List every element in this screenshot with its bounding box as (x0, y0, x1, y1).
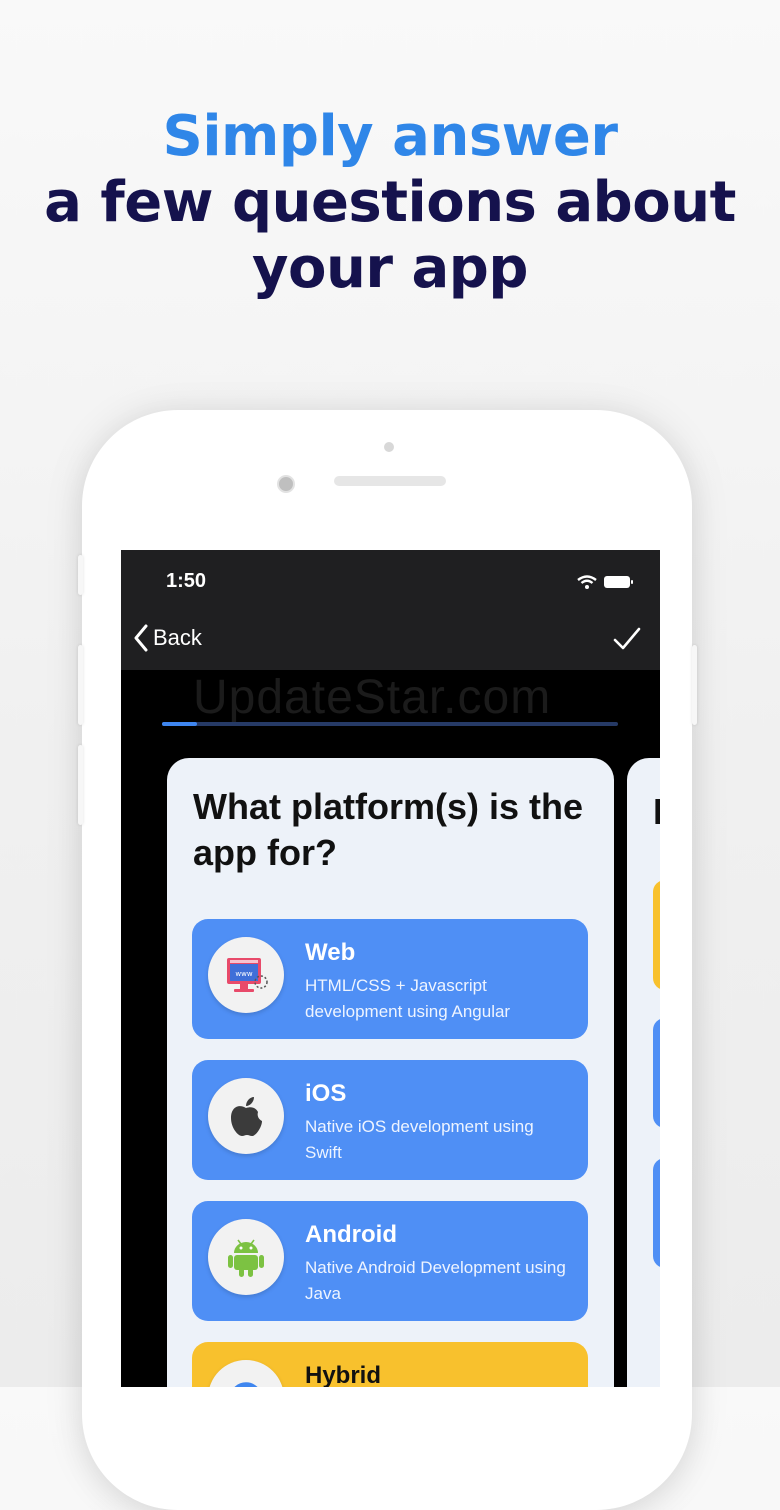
question-title: What platform(s) is the app for? (193, 786, 584, 873)
next-card-title-fragment: I (653, 791, 660, 832)
headline-line-1: Simply answer (162, 104, 618, 169)
option-web[interactable]: www Web HTML/CSS + Javascript developmen… (192, 919, 588, 1039)
front-camera (277, 475, 295, 493)
option-android[interactable]: Android Native Android Development using… (192, 1201, 588, 1321)
option-web-title: Web (305, 939, 356, 966)
hybrid-icon (208, 1360, 284, 1387)
navigation-bar: Back (121, 610, 660, 670)
option-web-description: HTML/CSS + Javascript development using … (305, 976, 511, 1021)
mute-switch (78, 555, 83, 595)
option-android-title: Android (305, 1221, 397, 1248)
proximity-sensor (384, 442, 394, 452)
status-icons (576, 574, 636, 595)
next-question-card[interactable]: I (627, 758, 660, 1387)
next-card-option-1 (653, 880, 660, 990)
question-card: What platform(s) is the app for? www Web… (167, 758, 614, 1387)
wifi-battery-icon (577, 575, 633, 589)
checkmark-icon (613, 627, 641, 650)
volume-up-button (78, 645, 83, 725)
apple-icon (208, 1078, 284, 1154)
svg-text:www: www (235, 970, 252, 978)
back-button[interactable]: Back (133, 624, 202, 652)
done-button[interactable] (612, 626, 642, 657)
status-bar: 1:50 (121, 550, 660, 610)
phone-screen: 1:50 Back UpdateStar.com What platform(s… (121, 550, 660, 1387)
web-browser-icon: www (208, 937, 284, 1013)
option-ios-title: iOS (305, 1080, 347, 1107)
headline-line-3: your app (252, 236, 528, 301)
option-android-description: Native Android Development using Java (305, 1258, 566, 1303)
progress-bar-fill (162, 722, 198, 726)
next-card-option-3 (653, 1158, 660, 1268)
chevron-left-icon (134, 624, 148, 652)
status-time: 1:50 (166, 570, 207, 592)
android-icon (208, 1219, 284, 1295)
option-hybrid-title: Hybrid (305, 1362, 382, 1387)
next-card-option-2 (653, 1018, 660, 1128)
option-ios[interactable]: iOS Native iOS development using Swift (192, 1060, 588, 1180)
watermark: UpdateStar.com (193, 671, 552, 724)
option-ios-description: Native iOS development using Swift (305, 1117, 534, 1162)
power-button (692, 645, 697, 725)
headline-line-2: a few questions about (44, 170, 736, 235)
option-hybrid[interactable]: Hybrid (192, 1342, 588, 1387)
volume-down-button (78, 745, 83, 825)
progress-bar (162, 722, 618, 726)
earpiece-speaker (334, 476, 446, 486)
back-label: Back (153, 625, 202, 650)
headline: Simply answer a few questions about your… (0, 104, 780, 302)
